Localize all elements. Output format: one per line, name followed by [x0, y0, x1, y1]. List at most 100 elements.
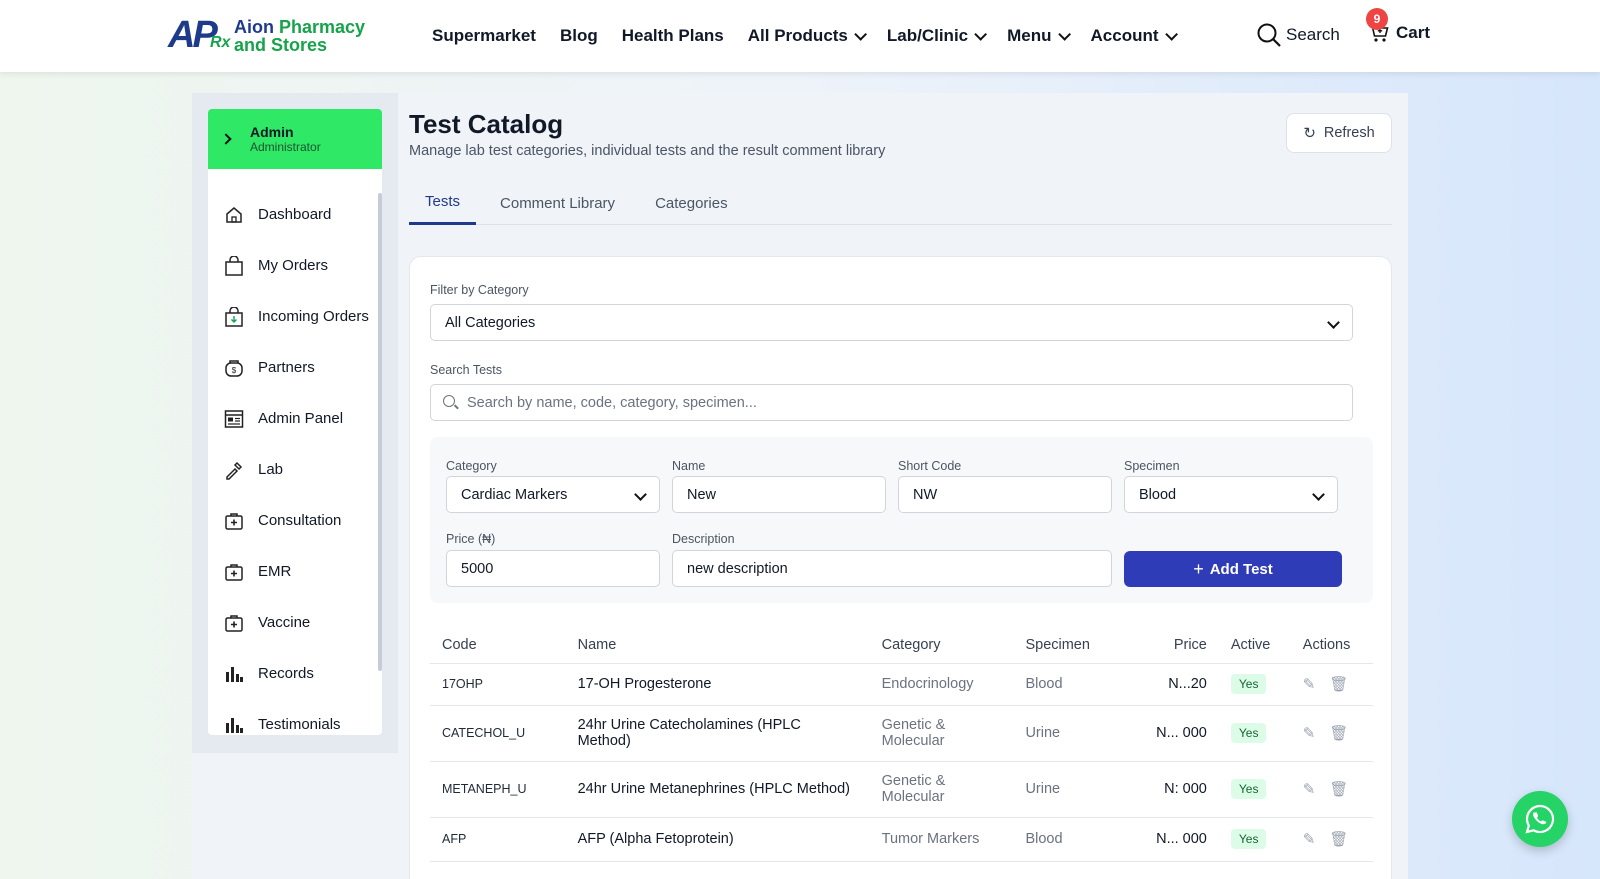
- form-price-label: Price (₦): [446, 532, 496, 546]
- form-name-input[interactable]: New: [672, 476, 886, 513]
- edit-icon[interactable]: ✎: [1303, 675, 1316, 693]
- tab-comment-library[interactable]: Comment Library: [484, 181, 631, 225]
- home-icon: [224, 205, 244, 225]
- sidebar-item-consultation[interactable]: Consultation: [208, 495, 382, 546]
- bar-chart-icon: [224, 664, 244, 684]
- admin-name: Admin: [250, 124, 294, 140]
- sidebar-item-admin-panel[interactable]: Admin Panel: [208, 393, 382, 444]
- svg-text:$: $: [232, 366, 237, 375]
- admin-role: Administrator: [250, 140, 321, 154]
- edit-icon[interactable]: ✎: [1303, 830, 1316, 848]
- sidebar-item-lab[interactable]: Lab: [208, 444, 382, 495]
- sidebar-item-partners[interactable]: $ Partners: [208, 342, 382, 393]
- medical-kit-icon: [224, 511, 244, 531]
- sidebar-item-dashboard[interactable]: Dashboard: [208, 189, 382, 240]
- admin-profile-card[interactable]: Admin Administrator: [208, 109, 382, 169]
- form-name-label: Name: [672, 459, 706, 473]
- nav-search-label: Search: [1286, 25, 1340, 44]
- sidebar-menu: Dashboard My Orders Incoming Orders $ Pa…: [208, 169, 382, 735]
- table-row: CATECHOL_U 24hr Urine Catecholamines (HP…: [430, 705, 1373, 762]
- bar-chart-icon: [224, 715, 244, 735]
- logo-mark-icon: AP Rx: [168, 14, 231, 56]
- add-test-form: Category Cardiac Markers Name New Short …: [430, 437, 1373, 603]
- col-specimen: Specimen: [1013, 627, 1127, 664]
- form-price-input[interactable]: 5000: [446, 550, 660, 587]
- nav-link-lab-clinic[interactable]: Lab/Clinic: [887, 26, 988, 46]
- page-subtitle: Manage lab test categories, individual t…: [409, 143, 886, 159]
- sidebar-item-vaccine[interactable]: Vaccine: [208, 597, 382, 648]
- col-active: Active: [1218, 627, 1291, 664]
- nav-link-menu[interactable]: Menu: [1007, 26, 1071, 46]
- chevron-down-icon: [1057, 27, 1071, 41]
- filter-category-label: Filter by Category: [430, 283, 529, 297]
- sidebar-item-incoming-orders[interactable]: Incoming Orders: [208, 291, 382, 342]
- sidebar-scrollbar[interactable]: [378, 193, 382, 671]
- table-row: AFP AFP (Alpha Fetoprotein) Tumor Marker…: [430, 817, 1373, 862]
- nav-search-button[interactable]: Search: [1256, 22, 1340, 48]
- search-tests-input[interactable]: Search by name, code, category, specimen…: [430, 384, 1353, 421]
- medical-kit-icon: [224, 562, 244, 582]
- tab-tests[interactable]: Tests: [409, 181, 477, 225]
- nav-link-all-products[interactable]: All Products: [748, 26, 867, 46]
- col-price: Price: [1126, 627, 1219, 664]
- plus-icon: +: [1193, 558, 1204, 579]
- incoming-bag-icon: [224, 306, 244, 327]
- col-code: Code: [430, 627, 566, 664]
- table-row: 17OHP 17-OH Progesterone Endocrinology B…: [430, 663, 1373, 706]
- refresh-button[interactable]: ↻ Refresh: [1286, 113, 1392, 153]
- col-category: Category: [869, 627, 1014, 664]
- table-row: METANEPH_U 24hr Urine Metanephrines (HPL…: [430, 761, 1373, 818]
- filter-category-select[interactable]: All Categories: [430, 304, 1353, 341]
- form-category-label: Category: [446, 459, 497, 473]
- trash-icon[interactable]: 🗑: [1329, 724, 1348, 742]
- tests-card: Filter by Category All Categories Search…: [409, 256, 1392, 879]
- active-badge: Yes: [1230, 674, 1267, 694]
- sidebar-item-my-orders[interactable]: My Orders: [208, 240, 382, 291]
- active-badge: Yes: [1230, 829, 1267, 849]
- shopping-bag-icon: [224, 255, 244, 276]
- nav-link-health-plans[interactable]: Health Plans: [622, 26, 724, 46]
- form-category-select[interactable]: Cardiac Markers: [446, 476, 660, 513]
- edit-icon[interactable]: ✎: [1303, 780, 1316, 798]
- whatsapp-chat-button[interactable]: [1512, 791, 1568, 847]
- form-description-input[interactable]: new description: [672, 550, 1112, 587]
- chevron-down-icon: [1164, 27, 1178, 41]
- brand-logo[interactable]: AP Rx Aion Pharmacy and Stores: [168, 14, 366, 56]
- active-badge: Yes: [1230, 779, 1267, 799]
- nav-cart-button[interactable]: 9 Cart: [1366, 8, 1431, 44]
- add-test-button[interactable]: + Add Test: [1124, 551, 1342, 587]
- edit-icon[interactable]: ✎: [1303, 724, 1316, 742]
- search-icon: [443, 395, 455, 407]
- tab-bar: Tests Comment Library Categories: [409, 181, 1392, 225]
- trash-icon[interactable]: 🗑: [1329, 675, 1348, 693]
- form-description-label: Description: [672, 532, 735, 546]
- sidebar-item-records[interactable]: Records: [208, 648, 382, 699]
- brand-line2: and Stores: [234, 35, 328, 55]
- chevron-down-icon: [974, 27, 988, 41]
- main-container: Admin Administrator Dashboard My Orders …: [192, 93, 1408, 879]
- trash-icon[interactable]: 🗑: [1329, 780, 1348, 798]
- refresh-icon: ↻: [1303, 125, 1316, 142]
- whatsapp-icon: [1525, 804, 1555, 834]
- medical-kit-icon: [224, 613, 244, 633]
- tab-categories[interactable]: Categories: [639, 181, 744, 225]
- nav-link-account[interactable]: Account: [1091, 26, 1178, 46]
- form-code-label: Short Code: [898, 459, 962, 473]
- form-specimen-label: Specimen: [1124, 459, 1180, 473]
- tests-table: Code Name Category Specimen Price Active…: [430, 627, 1373, 862]
- form-short-code-input[interactable]: NW: [898, 476, 1112, 513]
- search-icon: [1257, 23, 1281, 47]
- nav-link-blog[interactable]: Blog: [560, 26, 598, 46]
- nav-link-supermarket[interactable]: Supermarket: [432, 26, 536, 46]
- col-name: Name: [565, 627, 870, 664]
- sidebar-item-testimonials[interactable]: Testimonials: [208, 699, 382, 735]
- nav-cart-label: Cart: [1396, 23, 1431, 42]
- sidebar-item-emr[interactable]: EMR: [208, 546, 382, 597]
- sidebar: Admin Administrator Dashboard My Orders …: [208, 109, 382, 735]
- cart-count-badge: 9: [1366, 8, 1388, 30]
- active-badge: Yes: [1230, 723, 1267, 743]
- nav-links: Supermarket Blog Health Plans All Produc…: [432, 0, 1198, 72]
- brand-line1b: Pharmacy: [274, 17, 366, 37]
- form-specimen-select[interactable]: Blood: [1124, 476, 1338, 513]
- trash-icon[interactable]: 🗑: [1329, 830, 1348, 848]
